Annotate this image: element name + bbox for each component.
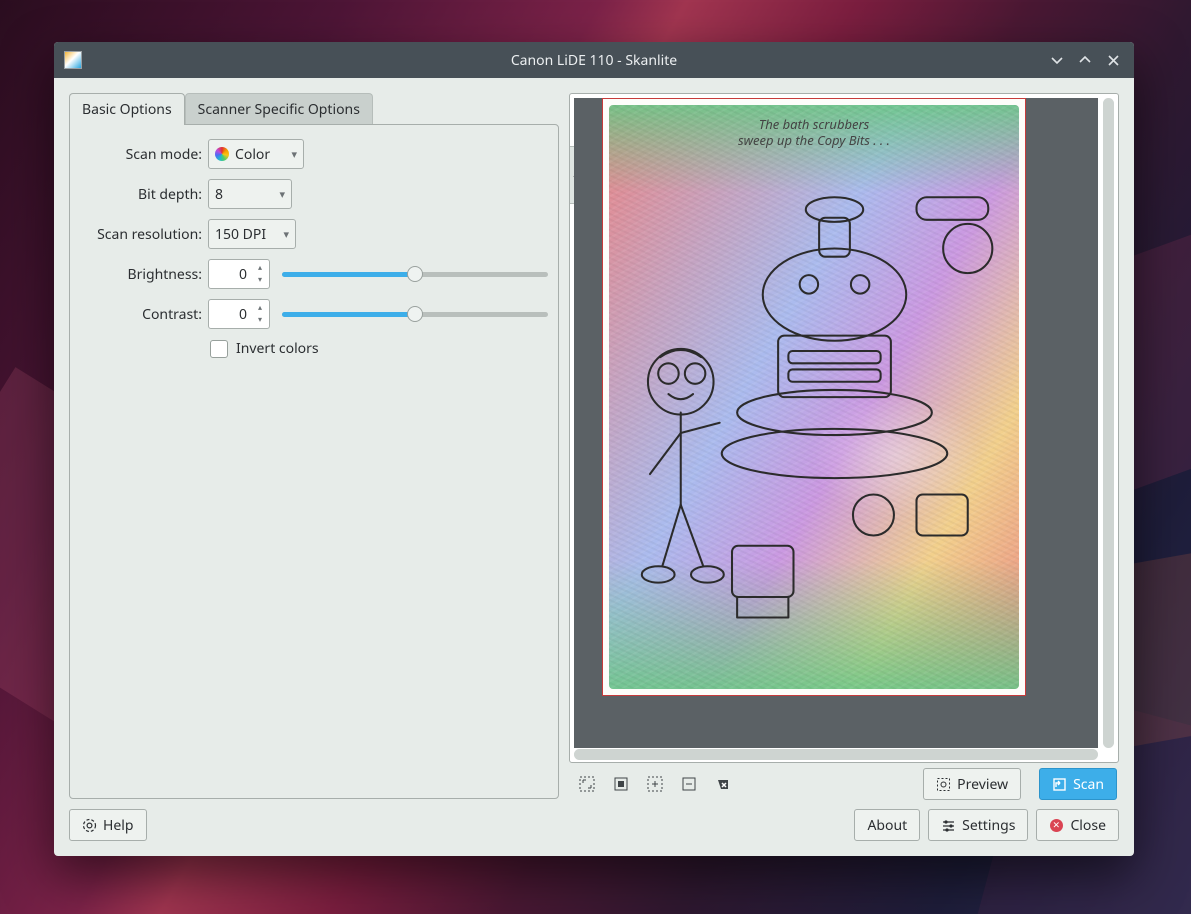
scan-resolution-label: Scan resolution: xyxy=(80,225,208,244)
tab-basic-options[interactable]: Basic Options xyxy=(69,93,185,125)
horizontal-scrollbar[interactable] xyxy=(574,749,1098,760)
chevron-down-icon: ▾ xyxy=(275,227,289,242)
help-button-label: Help xyxy=(103,816,134,835)
app-icon xyxy=(64,51,82,69)
bottom-button-row: Help About Settings Close xyxy=(69,809,1119,841)
preview-frame: ◂ xyxy=(569,93,1119,763)
scan-mode-value: Color xyxy=(235,145,270,164)
brightness-input[interactable] xyxy=(209,264,251,285)
clear-selection-icon[interactable] xyxy=(715,776,731,792)
scan-mode-label: Scan mode: xyxy=(80,145,208,164)
scan-icon xyxy=(1052,777,1067,792)
application-window: Canon LiDE 110 - Skanlite Basic Options … xyxy=(54,42,1134,856)
zoom-original-icon[interactable] xyxy=(613,776,629,792)
brightness-slider[interactable] xyxy=(282,265,548,283)
zoom-out-icon[interactable] xyxy=(681,776,697,792)
spin-buttons[interactable]: ▴▾ xyxy=(253,262,267,286)
close-button-label: Close xyxy=(1070,816,1106,835)
options-panel: Basic Options Scanner Specific Options S… xyxy=(69,93,559,799)
settings-button[interactable]: Settings xyxy=(928,809,1028,841)
basic-options-pane: Scan mode: Color ▾ Bit depth: 8 ▾ xyxy=(69,124,559,799)
invert-colors-label: Invert colors xyxy=(236,339,319,358)
contrast-spinbox[interactable]: ▴▾ xyxy=(208,299,270,329)
help-icon xyxy=(82,818,97,833)
preview-toolbar: Preview Scan xyxy=(569,763,1119,799)
chevron-down-icon: ▾ xyxy=(271,187,285,202)
preview-button[interactable]: Preview xyxy=(923,768,1021,800)
tab-scanner-specific[interactable]: Scanner Specific Options xyxy=(185,93,373,125)
brightness-label: Brightness: xyxy=(80,265,208,284)
vertical-scrollbar[interactable] xyxy=(1103,98,1114,748)
scanned-text: The bath scrubbers sweep up the Copy Bit… xyxy=(609,117,1019,148)
maximize-button[interactable] xyxy=(1072,47,1098,73)
chevron-down-icon: ▾ xyxy=(283,147,297,162)
color-wheel-icon xyxy=(215,147,229,161)
titlebar[interactable]: Canon LiDE 110 - Skanlite xyxy=(54,42,1134,78)
preview-icon xyxy=(936,777,951,792)
contrast-label: Contrast: xyxy=(80,305,208,324)
close-window-button[interactable] xyxy=(1100,47,1126,73)
zoom-in-icon[interactable] xyxy=(647,776,663,792)
close-icon xyxy=(1049,818,1064,833)
spin-buttons[interactable]: ▴▾ xyxy=(253,302,267,326)
drawing-icon xyxy=(609,105,1019,689)
scan-button-label: Scan xyxy=(1073,775,1104,794)
scan-resolution-select[interactable]: 150 DPI ▾ xyxy=(208,219,296,249)
scan-mode-select[interactable]: Color ▾ xyxy=(208,139,304,169)
minimize-button[interactable] xyxy=(1044,47,1070,73)
scan-selection[interactable]: The bath scrubbers sweep up the Copy Bit… xyxy=(602,98,1026,696)
scan-bed[interactable]: The bath scrubbers sweep up the Copy Bit… xyxy=(574,98,1098,748)
contrast-slider[interactable] xyxy=(282,305,548,323)
window-title: Canon LiDE 110 - Skanlite xyxy=(54,51,1134,70)
window-content: Basic Options Scanner Specific Options S… xyxy=(54,78,1134,856)
bit-depth-value: 8 xyxy=(215,185,223,204)
bit-depth-label: Bit depth: xyxy=(80,185,208,204)
about-button[interactable]: About xyxy=(854,809,920,841)
scan-button[interactable]: Scan xyxy=(1039,768,1117,800)
scanned-image: The bath scrubbers sweep up the Copy Bit… xyxy=(609,105,1019,689)
preview-button-label: Preview xyxy=(957,775,1008,794)
help-button[interactable]: Help xyxy=(69,809,147,841)
settings-icon xyxy=(941,818,956,833)
invert-colors-checkbox[interactable] xyxy=(210,340,228,358)
scan-resolution-value: 150 DPI xyxy=(215,225,266,244)
brightness-spinbox[interactable]: ▴▾ xyxy=(208,259,270,289)
preview-panel: ◂ xyxy=(569,93,1119,799)
settings-button-label: Settings xyxy=(962,816,1015,835)
about-button-label: About xyxy=(867,816,907,835)
zoom-fit-icon[interactable] xyxy=(579,776,595,792)
contrast-input[interactable] xyxy=(209,304,251,325)
close-button[interactable]: Close xyxy=(1036,809,1119,841)
bit-depth-select[interactable]: 8 ▾ xyxy=(208,179,292,209)
